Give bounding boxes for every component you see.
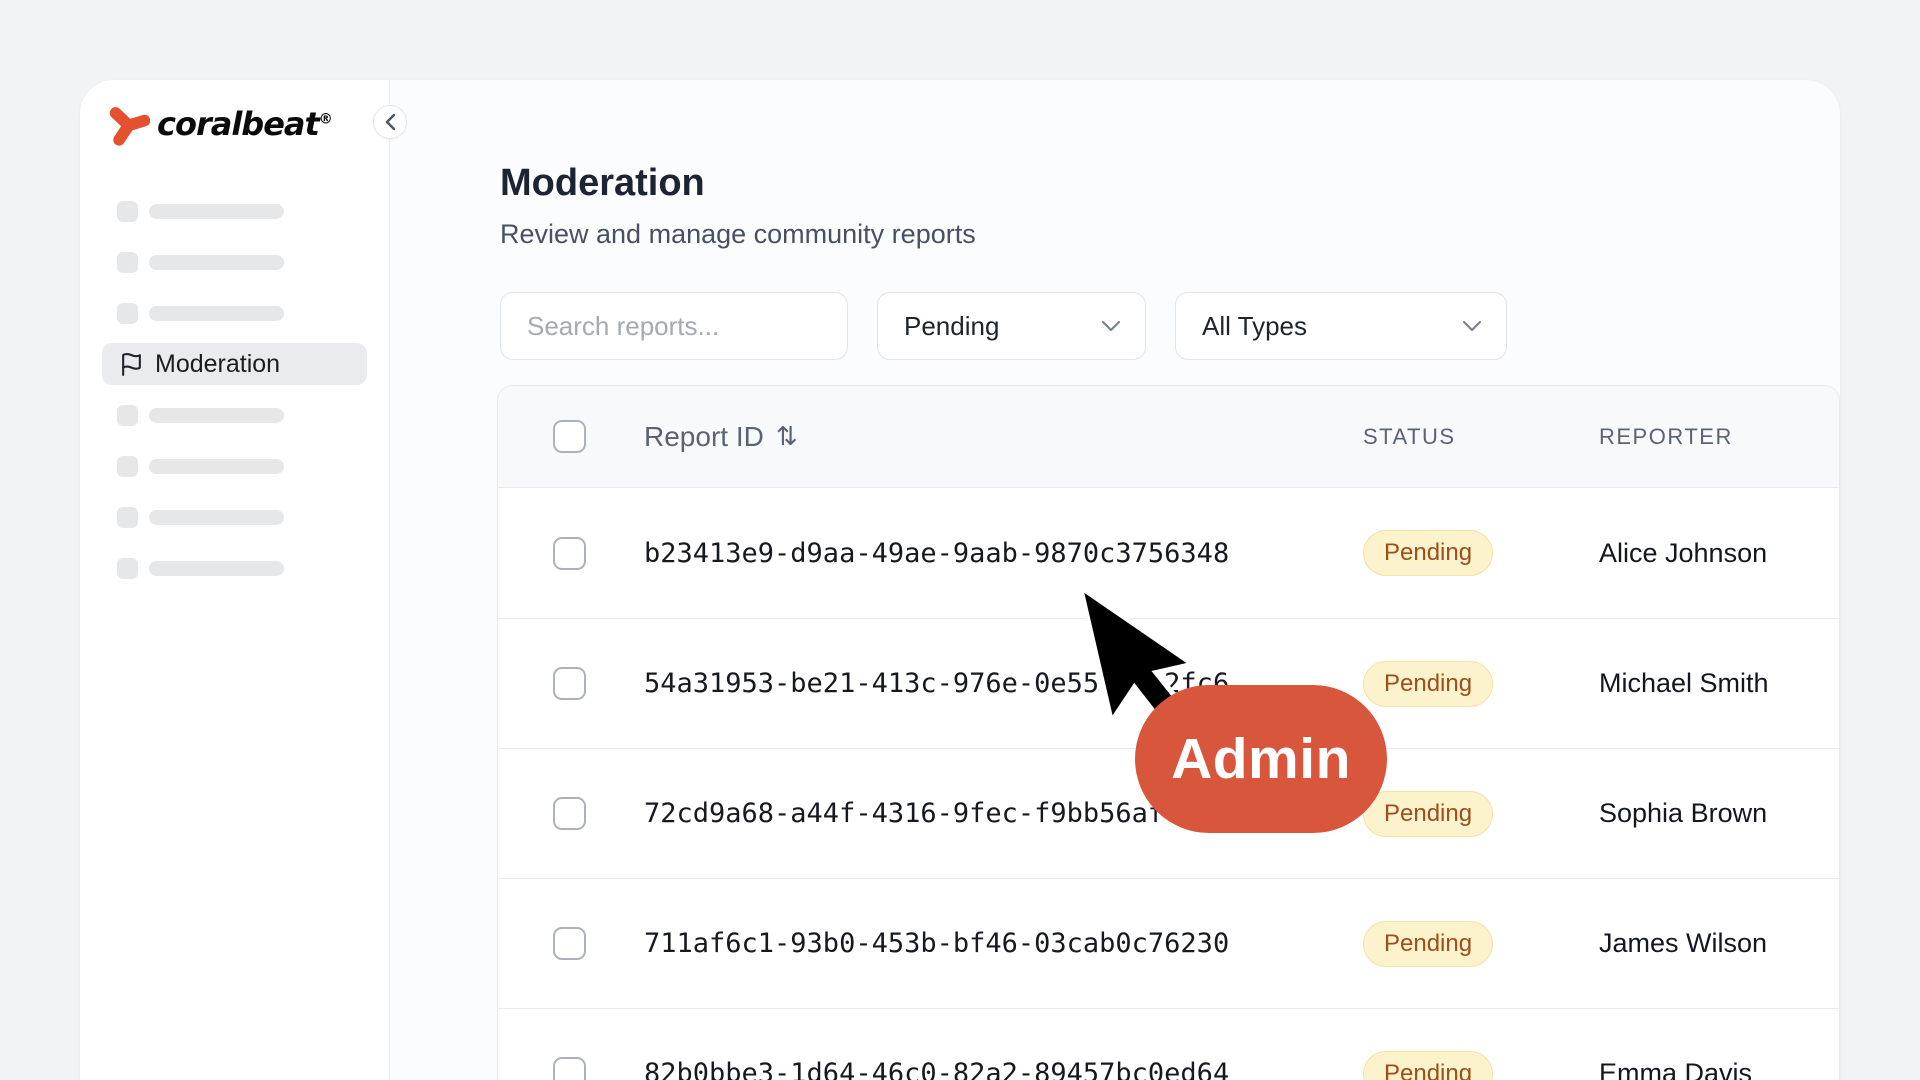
sidebar-nav: Moderation <box>102 190 367 598</box>
sidebar-item-moderation[interactable]: Moderation <box>102 343 367 385</box>
status-badge: Pending <box>1363 661 1493 707</box>
skeleton-bar <box>149 306 284 321</box>
chevron-down-icon <box>1462 320 1482 332</box>
row-checkbox[interactable] <box>553 1057 586 1080</box>
column-header-reporter: REPORTER <box>1599 424 1839 450</box>
report-id: 711af6c1-93b0-453b-bf46-03cab0c76230 <box>644 928 1229 959</box>
search-input[interactable] <box>527 311 823 342</box>
table-row: 54a31953-be21-413c-976e-0e55be9e2fc6 Pen… <box>498 618 1839 748</box>
skeleton-icon <box>117 252 138 273</box>
sidebar-skeleton-item <box>102 496 367 538</box>
select-all-checkbox[interactable] <box>553 420 586 453</box>
sidebar: coralbeat® Moderation <box>80 80 390 1080</box>
sidebar-skeleton-item <box>102 241 367 283</box>
chevron-left-icon <box>384 113 397 131</box>
reporter-name: Emma Davis <box>1599 1058 1752 1080</box>
sidebar-skeleton-group-top <box>102 190 367 334</box>
sidebar-collapse-button[interactable] <box>373 105 407 139</box>
type-filter-value: All Types <box>1202 311 1307 342</box>
reporter-name: Sophia Brown <box>1599 798 1767 828</box>
flag-icon <box>119 352 144 377</box>
table-row: b23413e9-d9aa-49ae-9aab-9870c3756348 Pen… <box>498 488 1839 618</box>
sidebar-skeleton-item <box>102 394 367 436</box>
skeleton-bar <box>149 561 284 576</box>
skeleton-icon <box>117 303 138 324</box>
status-filter-value: Pending <box>904 311 999 342</box>
type-filter-select[interactable]: All Types <box>1175 292 1507 360</box>
skeleton-icon <box>117 456 138 477</box>
app-card: coralbeat® Moderation <box>80 80 1840 1080</box>
sidebar-skeleton-item <box>102 445 367 487</box>
row-checkbox[interactable] <box>553 927 586 960</box>
status-badge: Pending <box>1363 1051 1493 1080</box>
skeleton-icon <box>117 201 138 222</box>
status-badge: Pending <box>1363 530 1493 576</box>
sidebar-skeleton-item <box>102 292 367 334</box>
brand-name: coralbeat® <box>157 102 332 146</box>
reporter-name: Alice Johnson <box>1599 538 1767 568</box>
table-body: b23413e9-d9aa-49ae-9aab-9870c3756348 Pen… <box>498 488 1839 1080</box>
table-row: 72cd9a68-a44f-4316-9fec-f9bb56afcb45 Pen… <box>498 748 1839 878</box>
filter-bar: Pending All Types <box>500 292 1507 360</box>
sidebar-item-label: Moderation <box>155 350 280 379</box>
table-row: 82b0bbe3-1d64-46c0-82a2-89457bc0ed64 Pen… <box>498 1008 1839 1080</box>
skeleton-icon <box>117 405 138 426</box>
reports-table: Report ID ⇅ STATUS REPORTER b23413e9-d9a… <box>497 385 1840 1080</box>
status-badge: Pending <box>1363 791 1493 837</box>
report-id: 82b0bbe3-1d64-46c0-82a2-89457bc0ed64 <box>644 1058 1229 1080</box>
status-filter-select[interactable]: Pending <box>877 292 1146 360</box>
page-header: Moderation Review and manage community r… <box>500 162 976 250</box>
column-header-report-id[interactable]: Report ID ⇅ <box>644 421 1363 453</box>
status-badge: Pending <box>1363 921 1493 967</box>
skeleton-icon <box>117 507 138 528</box>
column-header-status: STATUS <box>1363 424 1599 450</box>
skeleton-bar <box>149 459 284 474</box>
skeleton-bar <box>149 204 284 219</box>
table-header-row: Report ID ⇅ STATUS REPORTER <box>498 386 1839 488</box>
report-id: b23413e9-d9aa-49ae-9aab-9870c3756348 <box>644 538 1229 569</box>
brand-logo: coralbeat® <box>106 102 332 146</box>
skeleton-bar <box>149 408 284 423</box>
row-checkbox[interactable] <box>553 667 586 700</box>
reporter-name: James Wilson <box>1599 928 1767 958</box>
registered-mark: ® <box>319 111 332 127</box>
skeleton-bar <box>149 255 284 270</box>
row-checkbox[interactable] <box>553 537 586 570</box>
sidebar-skeleton-item <box>102 547 367 589</box>
search-box <box>500 292 848 360</box>
chevron-down-icon <box>1101 320 1121 332</box>
page-subtitle: Review and manage community reports <box>500 219 976 250</box>
page-title: Moderation <box>500 162 976 206</box>
report-id: 72cd9a68-a44f-4316-9fec-f9bb56afcb45 <box>644 798 1229 829</box>
sort-icon: ⇅ <box>776 421 798 452</box>
row-checkbox[interactable] <box>553 797 586 830</box>
reporter-name: Michael Smith <box>1599 668 1769 698</box>
sidebar-skeleton-group-bottom <box>102 394 367 589</box>
table-row: 711af6c1-93b0-453b-bf46-03cab0c76230 Pen… <box>498 878 1839 1008</box>
skeleton-bar <box>149 510 284 525</box>
brand-logo-icon <box>106 102 150 146</box>
sidebar-skeleton-item <box>102 190 367 232</box>
report-id: 54a31953-be21-413c-976e-0e55be9e2fc6 <box>644 668 1229 699</box>
skeleton-icon <box>117 558 138 579</box>
